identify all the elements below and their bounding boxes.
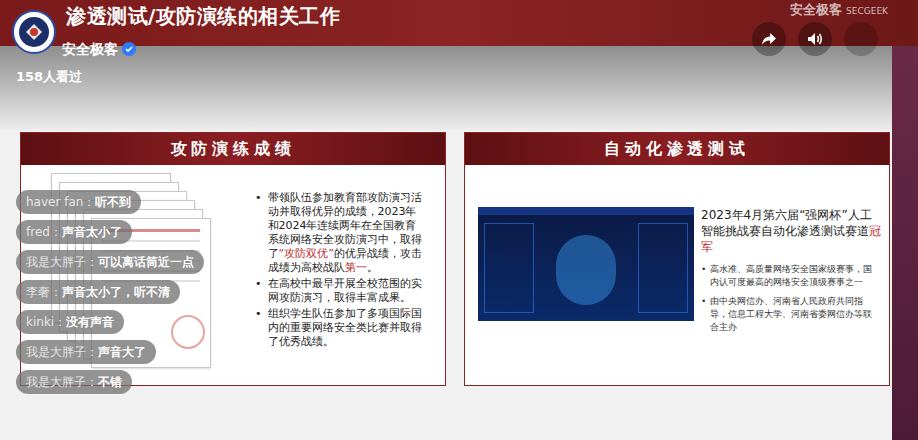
danmaku-text: 没有声音 <box>66 314 114 330</box>
text-segment: 2023年4月第六届“强网杯”人工智能挑战赛自动化渗透测试赛道 <box>701 208 872 238</box>
danmaku-text: 声音太小了 <box>62 224 122 240</box>
card-title: 攻防演练成绩 <box>171 138 296 160</box>
channel-name[interactable]: 安全极客 <box>62 40 118 58</box>
card-title: 自动化渗透测试 <box>604 138 750 160</box>
card-header: 攻防演练成绩 <box>21 133 445 165</box>
danmaku-text: 声音大了 <box>98 344 146 360</box>
card-header: 自动化渗透测试 <box>465 133 889 165</box>
share-icon[interactable] <box>752 22 786 56</box>
danmaku-bubble: haver fan：听不到 <box>16 190 141 214</box>
danmaku-user: 我是大胖子： <box>26 344 98 360</box>
text-segment: 。 <box>367 261 378 274</box>
danmaku-bubble: kinki：没有声音 <box>16 310 124 334</box>
danmaku-user: 李奢： <box>26 284 62 300</box>
danmaku-list: haver fan：听不到fred：声音太小了我是大胖子：可以离话筒近一点李奢：… <box>16 190 204 394</box>
seal-icon <box>171 315 205 349</box>
slide-title: 渗透测试/攻防演练的相关工作 <box>66 3 340 29</box>
danmaku-user: kinki： <box>26 314 66 330</box>
bullet-item: •由中央网信办、河南省人民政府共同指导，信息工程大学、河南省委网信办等联合主办 <box>701 295 881 334</box>
card-text: 2023年4月第六届“强网杯”人工智能挑战赛自动化渗透测试赛道冠军 •高水准、高质… <box>695 165 881 385</box>
danmaku-text: 不错 <box>98 374 122 390</box>
bullet-mark: • <box>255 277 262 305</box>
bullet-item: •高水准、高质量网络安全国家级赛事，国内认可度最高的网络安全顶级赛事之一 <box>701 263 881 289</box>
bullet-list: •带领队伍参加教育部攻防演习活动并取得优异的成绩，2023年和2024年连续两年… <box>249 165 427 385</box>
bullet-mark: • <box>701 263 706 289</box>
danmaku-user: 我是大胖子： <box>26 374 98 390</box>
bullet-item: •带领队伍参加教育部攻防演习活动并取得优异的成绩，2023年和2024年连续两年… <box>255 191 427 275</box>
player-controls <box>752 22 878 56</box>
danmaku-bubble: 我是大胖子：声音大了 <box>16 340 156 364</box>
edge-strip <box>892 46 918 440</box>
live-player: 渗透测试/攻防演练的相关工作 158人看过 攻防演练成绩•带领队伍参加教育部攻防… <box>0 0 918 440</box>
bullet-mark: • <box>255 191 262 275</box>
danmaku-text: 听不到 <box>95 194 131 210</box>
card-body: 2023年4月第六届“强网杯”人工智能挑战赛自动化渗透测试赛道冠军 •高水准、高质… <box>465 165 889 385</box>
danmaku-bubble: 我是大胖子：不错 <box>16 370 132 394</box>
info-band: 158人看过 <box>0 46 918 130</box>
channel-logo-icon[interactable] <box>12 10 56 54</box>
bullet-text: 带领队伍参加教育部攻防演习活动并取得优异的成绩，2023年和2024年连续两年在… <box>268 191 428 275</box>
danmaku-bubble: 李奢：声音太小了，听不清 <box>16 280 180 304</box>
slide-card: 自动化渗透测试 2023年4月第六届“强网杯”人工智能挑战赛自动化渗透测试赛道冠军… <box>464 132 890 386</box>
watermark-text: 安全极客 <box>790 1 842 19</box>
danmaku-bubble: fred：声音太小了 <box>16 220 132 244</box>
volume-icon[interactable] <box>798 22 832 56</box>
danmaku-user: fred： <box>26 224 62 240</box>
danmaku-bubble: 我是大胖子：可以离话筒近一点 <box>16 250 204 274</box>
danmaku-text: 可以离话筒近一点 <box>98 254 194 270</box>
danmaku-text: 声音太小了，听不清 <box>62 284 170 300</box>
channel-info[interactable]: 安全极客 <box>12 10 136 54</box>
bullet-mark: • <box>701 295 706 334</box>
bullet-text: 高水准、高质量网络安全国家级赛事，国内认可度最高的网络安全顶级赛事之一 <box>710 263 881 289</box>
headline: 2023年4月第六届“强网杯”人工智能挑战赛自动化渗透测试赛道冠军 <box>701 207 881 255</box>
danmaku-user: 我是大胖子： <box>26 254 98 270</box>
bullet-list: •高水准、高质量网络安全国家级赛事，国内认可度最高的网络安全顶级赛事之一•由中央… <box>701 263 881 334</box>
text-segment: 在高校中最早开展全校范围的实网攻防演习，取得丰富成果。 <box>268 277 422 304</box>
bullet-text: 在高校中最早开展全校范围的实网攻防演习，取得丰富成果。 <box>268 277 428 305</box>
bullet-item: •在高校中最早开展全校范围的实网攻防演习，取得丰富成果。 <box>255 277 427 305</box>
text-segment: 第一 <box>345 261 367 274</box>
bullet-mark: • <box>255 307 262 349</box>
bullet-item: •组织学生队伍参加了多项国际国内的重要网络安全类比赛并取得了优秀战绩。 <box>255 307 427 349</box>
bullet-text: 由中央网信办、河南省人民政府共同指导，信息工程大学、河南省委网信办等联合主办 <box>710 295 881 334</box>
dashboard-image <box>478 207 694 321</box>
danmaku-user: haver fan： <box>26 194 95 210</box>
view-count: 158人看过 <box>16 68 918 86</box>
watermark: 安全极客 SECGEEK <box>790 1 888 19</box>
verified-icon <box>122 42 136 56</box>
text-segment: 组织学生队伍参加了多项国际国内的重要网络安全类比赛并取得了优秀战绩。 <box>268 307 422 348</box>
watermark-text: SECGEEK <box>846 5 888 17</box>
text-segment: “攻防双优” <box>279 247 334 260</box>
more-icon[interactable] <box>844 22 878 56</box>
bullet-text: 组织学生队伍参加了多项国际国内的重要网络安全类比赛并取得了优秀战绩。 <box>268 307 428 349</box>
